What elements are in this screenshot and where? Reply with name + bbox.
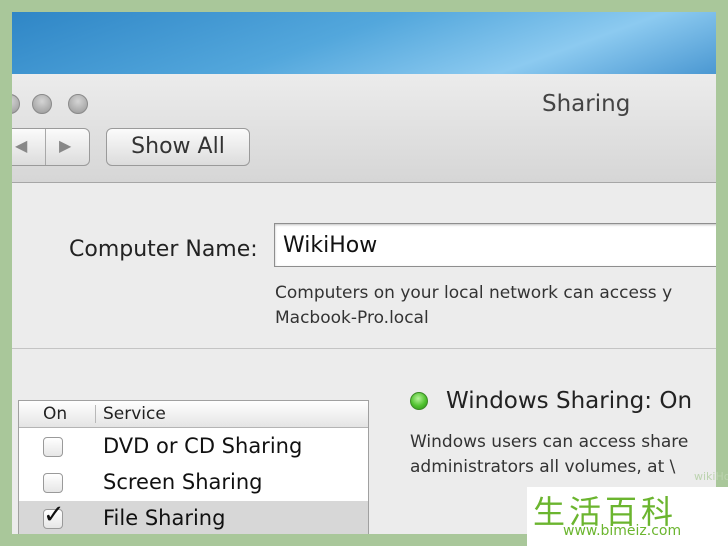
- window-title: Sharing: [542, 91, 631, 117]
- service-list: On Service DVD or CD Sharing Screen Shar…: [18, 400, 369, 534]
- service-label: Screen Sharing: [103, 470, 263, 494]
- service-column-header[interactable]: Service: [103, 404, 166, 424]
- service-row-file-sharing[interactable]: ✓ File Sharing: [19, 501, 368, 534]
- computer-name-section: Computer Name: Computers on your local n…: [12, 183, 716, 348]
- checkmark-icon: ✓: [43, 500, 65, 530]
- computer-name-input[interactable]: [274, 223, 716, 267]
- nav-divider: [45, 129, 46, 165]
- status-description: Windows users can access share administr…: [410, 432, 689, 477]
- watermark-side-text: wikiHow: [694, 470, 728, 483]
- minimize-window-button[interactable]: [32, 94, 52, 114]
- watermark: 生活百科 www.bimeiz.com: [527, 487, 728, 546]
- computer-name-label: Computer Name:: [69, 237, 258, 262]
- on-column-header[interactable]: On: [43, 404, 67, 424]
- header-divider: [95, 405, 96, 423]
- section-divider: [12, 348, 716, 349]
- window-titlebar: Sharing ◀ ▶ Show All: [12, 74, 716, 183]
- zoom-window-button[interactable]: [68, 94, 88, 114]
- service-list-header: On Service: [19, 401, 368, 428]
- computer-name-description: Computers on your local network can acce…: [275, 283, 673, 328]
- service-label: File Sharing: [103, 506, 226, 530]
- show-all-button[interactable]: Show All: [106, 128, 250, 166]
- file-sharing-checkbox[interactable]: ✓: [43, 502, 65, 529]
- service-label: DVD or CD Sharing: [103, 434, 303, 458]
- dvd-cd-sharing-checkbox[interactable]: [43, 437, 63, 457]
- forward-arrow-icon[interactable]: ▶: [59, 136, 71, 155]
- screen-sharing-checkbox[interactable]: [43, 473, 63, 493]
- back-forward-control: ◀ ▶: [12, 128, 90, 166]
- status-indicator-icon: [410, 392, 428, 410]
- close-window-button[interactable]: [12, 94, 20, 114]
- service-row-screen-sharing[interactable]: Screen Sharing: [19, 465, 368, 501]
- desktop-background: [12, 12, 716, 74]
- status-title: Windows Sharing: On: [446, 388, 693, 414]
- watermark-url: www.bimeiz.com: [563, 523, 682, 539]
- back-arrow-icon[interactable]: ◀: [15, 136, 27, 155]
- service-row-dvd-cd-sharing[interactable]: DVD or CD Sharing: [19, 429, 368, 465]
- screenshot-frame: Sharing ◀ ▶ Show All Computer Name: Comp…: [12, 12, 716, 534]
